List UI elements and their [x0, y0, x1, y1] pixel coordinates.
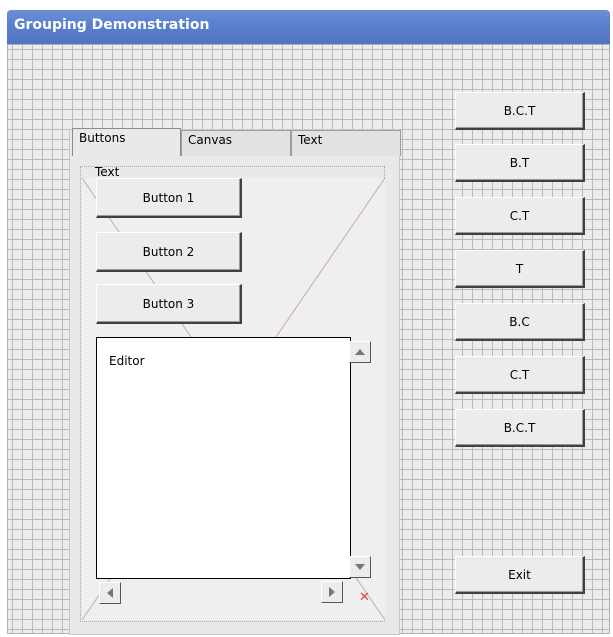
t-button-label: T — [515, 261, 524, 276]
window-title: Grouping Demonstration — [14, 17, 210, 33]
ct-button-1[interactable]: C.T — [455, 197, 585, 235]
bct-button-1-label: B.C.T — [503, 103, 536, 118]
scroll-left-button[interactable] — [99, 582, 121, 604]
button-3-label: Button 3 — [142, 296, 195, 311]
ct-button-1-label: C.T — [509, 208, 530, 223]
scroll-down-button[interactable] — [349, 556, 371, 578]
button-2[interactable]: Button 2 — [96, 232, 242, 272]
button-2-label: Button 2 — [142, 244, 195, 259]
bc-button[interactable]: B.C — [455, 303, 585, 341]
bct-button-1[interactable]: B.C.T — [455, 92, 585, 130]
button-3[interactable]: Button 3 — [96, 284, 242, 324]
bt-button[interactable]: B.T — [455, 144, 585, 182]
editor-content: Editor — [109, 354, 145, 368]
tab-text-label: Text — [298, 133, 323, 147]
tab-panel: Buttons Canvas Text Text Button 1 Button… — [69, 128, 401, 635]
tab-canvas[interactable]: Canvas — [181, 130, 291, 156]
scroll-right-button[interactable] — [321, 581, 343, 603]
bct-button-2-label: B.C.T — [503, 420, 536, 435]
button-1-label: Button 1 — [142, 190, 195, 205]
text-group-label: Text — [95, 165, 120, 179]
tab-buttons[interactable]: Buttons — [72, 128, 181, 156]
ct-button-2-label: C.T — [509, 367, 530, 382]
title-bar[interactable]: Grouping Demonstration — [7, 10, 610, 44]
design-grid: Buttons Canvas Text Text Button 1 Button… — [7, 44, 610, 635]
ct-button-2[interactable]: C.T — [455, 356, 585, 394]
scroll-up-icon — [355, 349, 365, 355]
bt-button-label: B.T — [509, 155, 530, 170]
t-button[interactable]: T — [455, 250, 585, 288]
app-window: Grouping Demonstration Buttons Canvas Te… — [7, 10, 610, 635]
button-1[interactable]: Button 1 — [96, 178, 242, 218]
bc-button-label: B.C — [509, 314, 530, 329]
canvas-area: Button 1 Button 2 Button 3 Editor ✕ — [82, 178, 385, 620]
close-icon[interactable]: ✕ — [359, 590, 370, 605]
editor-textarea[interactable]: Editor — [96, 337, 351, 579]
exit-button-label: Exit — [508, 567, 531, 582]
tab-text[interactable]: Text — [291, 130, 401, 156]
tab-buttons-label: Buttons — [79, 131, 126, 145]
scroll-left-icon — [107, 588, 113, 598]
bct-button-2[interactable]: B.C.T — [455, 409, 585, 447]
scroll-down-icon — [355, 564, 365, 570]
tab-canvas-label: Canvas — [188, 133, 233, 147]
exit-button[interactable]: Exit — [455, 556, 585, 594]
scroll-up-button[interactable] — [349, 341, 371, 363]
scroll-right-icon — [329, 587, 335, 597]
